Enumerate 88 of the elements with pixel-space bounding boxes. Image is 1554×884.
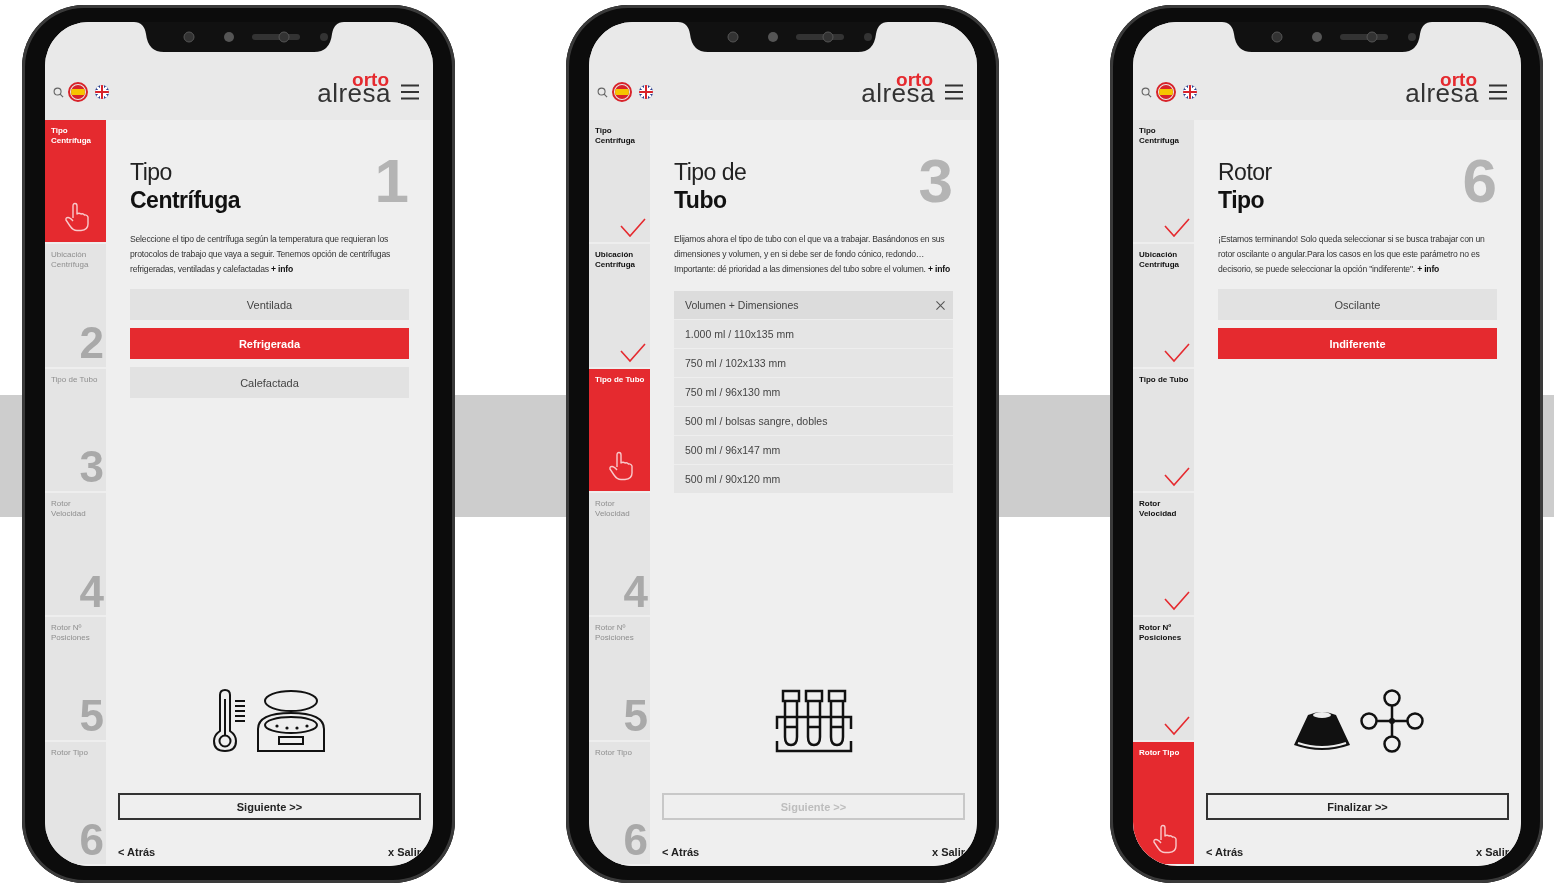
exit-link[interactable]: x Salir <box>1475 846 1509 858</box>
step-number-watermark: 6 <box>1462 150 1497 212</box>
step-number: 2 <box>79 323 102 363</box>
step-number: 3 <box>79 447 102 487</box>
step-number: 5 <box>79 696 102 736</box>
step-label: Rotor Nº Posiciones <box>51 623 91 643</box>
title-heading: Centrífuga <box>130 186 240 214</box>
check-icon <box>1164 218 1190 239</box>
option-button[interactable]: Oscilante <box>1218 289 1497 320</box>
spain-flag-icon[interactable] <box>1156 82 1176 102</box>
dropdown-option[interactable]: 750 ml / 102x133 mm <box>674 348 953 377</box>
description-text: Seleccione el tipo de centrífuga según la temperatura que requieran los protocolos de trabajo que vaya a seguir. Tenemos opción de centrífugas refrigeradas, ventiladas y calefactadas + info <box>130 233 392 276</box>
step-number-watermark: 3 <box>918 150 953 212</box>
exit-link[interactable]: x Salir <box>931 846 965 858</box>
dropdown-option[interactable]: 750 ml / 96x130 mm <box>674 377 953 406</box>
thermometer-icon <box>212 689 247 753</box>
more-info-link[interactable]: + info <box>1417 264 1440 274</box>
pointing-hand-icon <box>63 202 90 233</box>
step-label: Tipo Centrífuga <box>51 126 92 146</box>
step-label: Rotor Nº Posiciones <box>1139 623 1183 643</box>
back-link[interactable]: < Atrás <box>662 846 700 858</box>
step-label: Ubicación Centrífuga <box>51 250 90 270</box>
title-text: Tipo <box>130 158 172 186</box>
step-label: Tipo de Tubo <box>595 374 646 385</box>
check-icon <box>1164 342 1190 363</box>
description-text: ¡Estamos terminando! Solo queda seleccionar si se busca trabajar con un rotor oscilante o angular.Para los casos en los que este parámetro no es decisorio, se puede seleccionar la opción "indiferente". + info <box>1218 233 1486 276</box>
search-icon[interactable] <box>53 86 64 98</box>
option-button[interactable]: Ventilada <box>130 289 409 320</box>
search-icon[interactable] <box>597 86 608 98</box>
option-button[interactable]: Indiferente <box>1218 328 1497 359</box>
dropdown-option[interactable]: 1.000 ml / 110x135 mm <box>674 319 953 348</box>
rotor-icon <box>1359 689 1424 753</box>
check-icon <box>620 342 646 363</box>
dropdown-header[interactable]: Volumen + Dimensiones <box>685 299 799 311</box>
step-number: 6 <box>623 820 646 860</box>
centrifuge-icon <box>254 689 327 753</box>
step-label: Rotor Velocidad <box>595 499 631 519</box>
check-icon <box>1164 467 1190 487</box>
next-button[interactable]: Siguiente >> <box>118 793 421 820</box>
step-label: Rotor Nº Posiciones <box>595 623 635 643</box>
step-label: Tipo de Tubo <box>1139 374 1190 385</box>
check-icon <box>1164 591 1190 612</box>
spain-flag-icon[interactable] <box>612 82 632 102</box>
pointing-hand-icon <box>607 451 634 481</box>
step-number: 4 <box>623 571 646 612</box>
title-heading: Tipo <box>1218 186 1265 214</box>
spain-flag-icon[interactable] <box>68 82 88 102</box>
back-link[interactable]: < Atrás <box>1206 846 1244 858</box>
step-label: Rotor Velocidad <box>1139 499 1178 519</box>
search-icon[interactable] <box>1141 86 1152 98</box>
step-label: Ubicación Centrífuga <box>595 250 636 270</box>
menu-icon[interactable] <box>401 84 419 100</box>
title-text: Tipo de <box>674 158 747 186</box>
dropdown-option[interactable]: 500 ml / bolsas sangre, dobles <box>674 406 953 435</box>
more-info-link[interactable]: + info <box>928 264 950 274</box>
more-info-link[interactable]: + info <box>271 264 293 274</box>
step-number: 4 <box>79 571 102 612</box>
exit-link[interactable]: x Salir <box>387 846 421 858</box>
step-label: Tipo de Tubo <box>51 374 99 385</box>
option-button[interactable]: Calefactada <box>130 367 409 398</box>
close-icon[interactable] <box>936 300 945 310</box>
step-label: Tipo Centrífuga <box>1139 126 1180 146</box>
check-icon <box>620 218 646 239</box>
step-label: Tipo Centrífuga <box>595 126 636 146</box>
step-tab[interactable]: Tipo de Tubo <box>589 368 650 493</box>
back-link[interactable]: < Atrás <box>118 846 156 858</box>
dropdown-option[interactable]: 500 ml / 96x147 mm <box>674 435 953 464</box>
swing-bucket-icon <box>1291 709 1352 753</box>
option-button[interactable]: Refrigerada <box>130 328 409 359</box>
step-number: 6 <box>79 820 102 860</box>
next-button[interactable]: Finalizar >> <box>1206 793 1509 820</box>
description-text: Elijamos ahora el tipo de tubo con el que va a trabajar. Basándonos en sus dimensiones y volumen, y en si debe ser de fondo cónico, redondo… Importante: dé prioridad a las dimensiones del tubo sobre el volumen. + info <box>674 233 951 276</box>
check-icon <box>1164 715 1190 736</box>
dropdown-option[interactable]: 500 ml / 90x120 mm <box>674 464 953 493</box>
step-tab[interactable]: Rotor Tipo <box>1133 741 1194 866</box>
step-label: Rotor Tipo <box>1139 747 1181 758</box>
step-label: Ubicación Centrífuga <box>1139 250 1180 270</box>
title-heading: Tubo <box>674 186 727 214</box>
menu-icon[interactable] <box>945 84 963 100</box>
step-number-watermark: 1 <box>374 150 409 212</box>
step-label: Rotor Tipo <box>595 747 633 758</box>
title-text: Rotor <box>1218 158 1272 186</box>
menu-icon[interactable] <box>1489 84 1507 100</box>
pointing-hand-icon <box>1151 823 1178 854</box>
step-tab[interactable]: Tipo Centrífuga <box>45 120 106 245</box>
step-label: Rotor Tipo <box>51 747 89 758</box>
step-label: Rotor Velocidad <box>51 499 87 519</box>
step-number: 5 <box>623 696 646 736</box>
